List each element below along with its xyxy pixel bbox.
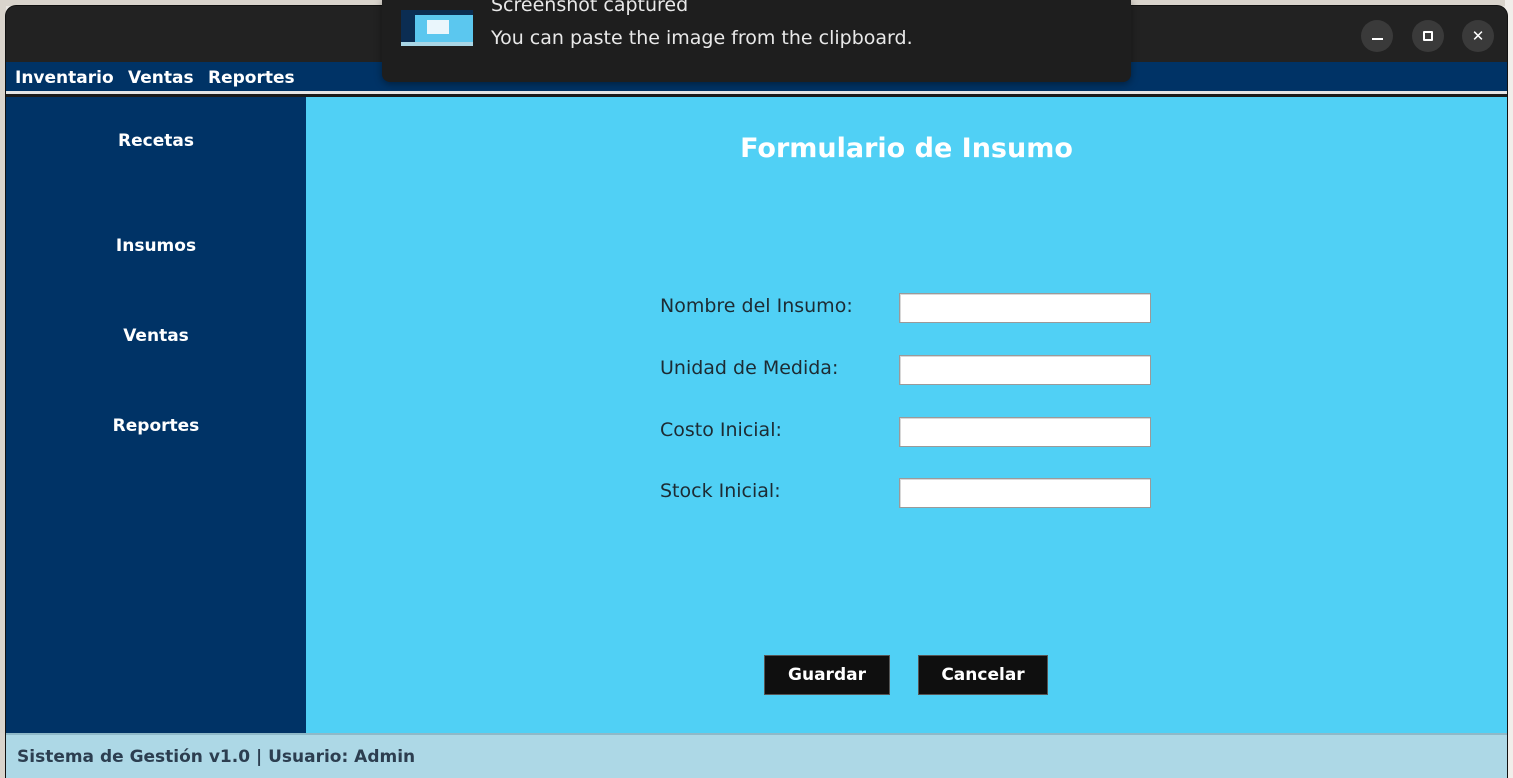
minimize-button[interactable] (1361, 20, 1393, 52)
menu-reportes[interactable]: Reportes (208, 68, 295, 88)
status-bar: Sistema de Gestión v1.0 | Usuario: Admin (6, 733, 1507, 778)
sidebar-item-recetas[interactable]: Recetas (6, 131, 306, 151)
sidebar: Recetas Insumos Ventas Reportes (6, 97, 306, 733)
close-button[interactable]: ✕ (1462, 20, 1494, 52)
costo-label: Costo Inicial: (660, 419, 782, 441)
cancel-button[interactable]: Cancelar (918, 655, 1048, 695)
minimize-icon (1371, 38, 1383, 40)
page-title: Formulario de Insumo (740, 133, 1073, 164)
costo-input[interactable] (899, 417, 1151, 447)
stock-label: Stock Inicial: (660, 480, 781, 502)
notification-title: Screenshot captured (491, 0, 689, 16)
unidad-input[interactable] (899, 355, 1151, 385)
status-text: Sistema de Gestión v1.0 | Usuario: Admin (17, 747, 416, 767)
thumbnail-form (427, 20, 449, 34)
sidebar-item-ventas[interactable]: Ventas (6, 326, 306, 346)
close-icon: ✕ (1471, 27, 1485, 45)
form-panel: Formulario de Insumo Nombre del Insumo: … (306, 97, 1507, 733)
save-button[interactable]: Guardar (764, 655, 890, 695)
stock-input[interactable] (899, 478, 1151, 508)
nombre-label: Nombre del Insumo: (660, 295, 853, 317)
screenshot-notification[interactable]: Screenshot captured You can paste the im… (382, 0, 1131, 82)
sidebar-item-reportes[interactable]: Reportes (6, 416, 306, 436)
screenshot-thumbnail (401, 10, 473, 46)
maximize-icon (1423, 31, 1433, 41)
maximize-button[interactable] (1412, 20, 1444, 52)
notification-body: You can paste the image from the clipboa… (491, 27, 913, 49)
nombre-input[interactable] (899, 293, 1151, 323)
thumbnail-statusbar (401, 42, 473, 46)
menu-ventas[interactable]: Ventas (128, 68, 194, 88)
menu-inventario[interactable]: Inventario (15, 68, 114, 88)
unidad-label: Unidad de Medida: (660, 357, 839, 379)
app-window: ✕ Inventario Ventas Reportes Recetas Ins… (6, 6, 1507, 778)
sidebar-item-insumos[interactable]: Insumos (6, 236, 306, 256)
